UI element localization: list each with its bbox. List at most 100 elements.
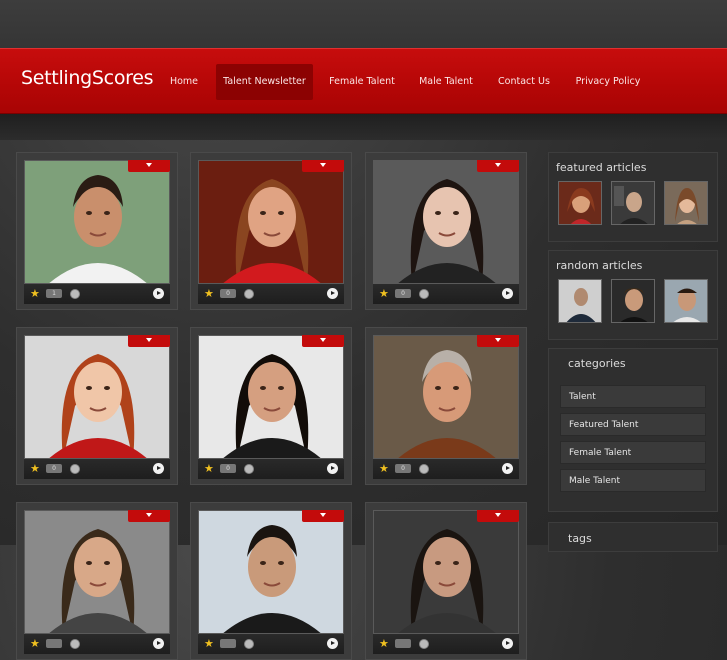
clock-icon [419,464,429,474]
top-band [0,0,727,48]
talent-photo[interactable] [373,510,519,634]
site-header: SettlingScores Home Talent Newsletter Fe… [0,48,727,114]
nav-privacy-policy[interactable]: Privacy Policy [569,64,647,100]
talent-photo[interactable] [373,335,519,459]
card-dropdown-tab[interactable] [128,335,170,347]
play-icon[interactable] [153,463,164,474]
card-toolbar: ★ 0 [198,284,344,304]
random-articles-title: random articles [556,259,643,272]
random-thumb-2[interactable] [611,279,655,323]
random-articles-widget: random articles [548,250,718,340]
featured-thumb-3[interactable] [664,181,708,225]
card-dropdown-tab[interactable] [302,160,344,172]
site-logo[interactable]: SettlingScores [21,67,154,89]
nav-contact-us[interactable]: Contact Us [492,64,556,100]
star-icon[interactable]: ★ [30,462,40,475]
play-icon[interactable] [153,288,164,299]
category-featured-talent[interactable]: Featured Talent [560,413,706,436]
nav-male-talent[interactable]: Male Talent [413,64,479,100]
card-toolbar: ★ 0 [24,459,170,479]
talent-card[interactable]: ★ 0 [365,152,527,310]
category-female-talent[interactable]: Female Talent [560,441,706,464]
comment-icon[interactable]: 0 [220,289,236,298]
play-icon[interactable] [502,288,513,299]
talent-card[interactable]: ★ 1 [16,152,178,310]
categories-title: categories [568,357,626,370]
card-toolbar: ★ [373,634,519,654]
card-dropdown-tab[interactable] [302,510,344,522]
featured-articles-widget: featured articles [548,152,718,242]
clock-icon [419,639,429,649]
clock-icon [70,464,80,474]
star-icon[interactable]: ★ [30,637,40,650]
random-thumb-3[interactable] [664,279,708,323]
talent-photo[interactable] [24,335,170,459]
talent-card[interactable]: ★ 0 [365,327,527,485]
talent-card[interactable]: ★ [365,502,527,660]
clock-icon [244,289,254,299]
talent-card[interactable]: ★ 0 [190,327,352,485]
card-toolbar: ★ [198,634,344,654]
comment-icon[interactable]: 0 [220,464,236,473]
talent-card[interactable]: ★ [190,502,352,660]
random-thumb-1[interactable] [558,279,602,323]
star-icon[interactable]: ★ [30,287,40,300]
comment-icon[interactable]: 0 [46,464,62,473]
card-toolbar: ★ 0 [373,459,519,479]
play-icon[interactable] [502,638,513,649]
star-icon[interactable]: ★ [379,462,389,475]
star-icon[interactable]: ★ [204,462,214,475]
star-icon[interactable]: ★ [204,287,214,300]
comment-icon[interactable]: 0 [395,464,411,473]
card-toolbar: ★ 1 [24,284,170,304]
card-dropdown-tab[interactable] [128,160,170,172]
star-icon[interactable]: ★ [379,287,389,300]
play-icon[interactable] [327,463,338,474]
comment-icon[interactable]: 0 [395,289,411,298]
talent-card[interactable]: ★ 0 [190,152,352,310]
card-dropdown-tab[interactable] [302,335,344,347]
talent-photo[interactable] [24,510,170,634]
clock-icon [70,289,80,299]
talent-photo[interactable] [24,160,170,284]
nav-female-talent[interactable]: Female Talent [324,64,400,100]
clock-icon [419,289,429,299]
category-talent[interactable]: Talent [560,385,706,408]
comment-icon[interactable] [395,639,411,648]
clock-icon [70,639,80,649]
talent-photo[interactable] [198,510,344,634]
card-dropdown-tab[interactable] [477,160,519,172]
header-shadow [0,114,727,140]
nav-home[interactable]: Home [163,64,205,100]
featured-thumb-2[interactable] [611,181,655,225]
talent-photo[interactable] [198,160,344,284]
card-toolbar: ★ 0 [198,459,344,479]
clock-icon [244,639,254,649]
card-toolbar: ★ 0 [373,284,519,304]
category-male-talent[interactable]: Male Talent [560,469,706,492]
comment-icon[interactable] [220,639,236,648]
clock-icon [244,464,254,474]
play-icon[interactable] [327,638,338,649]
card-toolbar: ★ [24,634,170,654]
featured-articles-title: featured articles [556,161,647,174]
tags-title: tags [568,532,592,545]
talent-photo[interactable] [198,335,344,459]
talent-photo[interactable] [373,160,519,284]
talent-card[interactable]: ★ [16,502,178,660]
card-dropdown-tab[interactable] [477,335,519,347]
talent-card[interactable]: ★ 0 [16,327,178,485]
nav-talent-newsletter[interactable]: Talent Newsletter [216,64,313,100]
comment-icon[interactable]: 1 [46,289,62,298]
star-icon[interactable]: ★ [379,637,389,650]
tags-widget: tags [548,522,718,552]
card-dropdown-tab[interactable] [477,510,519,522]
featured-thumb-1[interactable] [558,181,602,225]
play-icon[interactable] [502,463,513,474]
play-icon[interactable] [327,288,338,299]
play-icon[interactable] [153,638,164,649]
star-icon[interactable]: ★ [204,637,214,650]
categories-widget: categories Talent Featured Talent Female… [548,348,718,512]
comment-icon[interactable] [46,639,62,648]
card-dropdown-tab[interactable] [128,510,170,522]
